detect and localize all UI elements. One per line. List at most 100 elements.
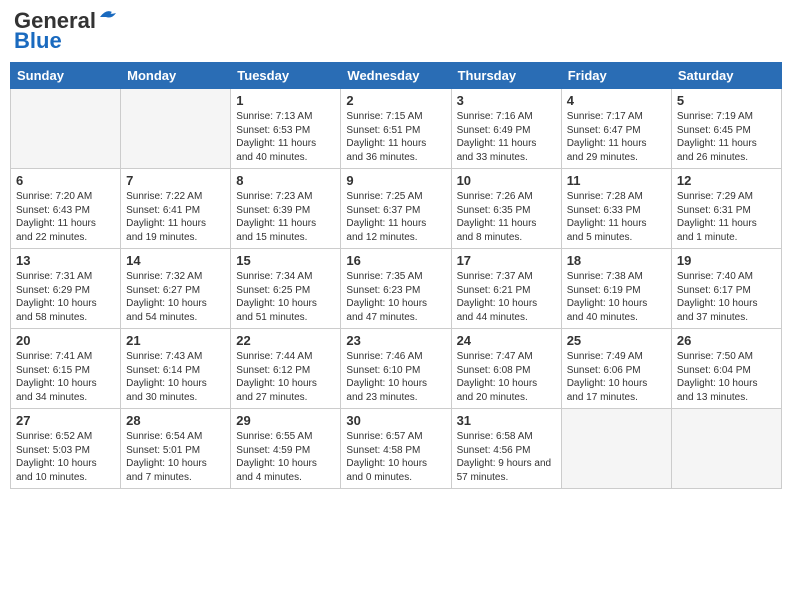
header: General Blue <box>10 10 782 54</box>
calendar-cell <box>561 409 671 489</box>
day-number: 9 <box>346 173 445 188</box>
day-number: 15 <box>236 253 335 268</box>
day-number: 7 <box>126 173 225 188</box>
weekday-header-thursday: Thursday <box>451 63 561 89</box>
calendar-cell: 29Sunrise: 6:55 AMSunset: 4:59 PMDayligh… <box>231 409 341 489</box>
day-number: 29 <box>236 413 335 428</box>
weekday-header-monday: Monday <box>121 63 231 89</box>
calendar-cell: 19Sunrise: 7:40 AMSunset: 6:17 PMDayligh… <box>671 249 781 329</box>
day-number: 11 <box>567 173 666 188</box>
day-info: Sunrise: 7:16 AMSunset: 6:49 PMDaylight:… <box>457 110 556 164</box>
day-info: Sunrise: 7:19 AMSunset: 6:45 PMDaylight:… <box>677 110 776 164</box>
day-info: Sunrise: 7:23 AMSunset: 6:39 PMDaylight:… <box>236 190 335 244</box>
calendar-cell: 28 Sunrise: 6:54 AMSunset: 5:01 PMDayligh… <box>121 409 231 489</box>
day-number: 19 <box>677 253 776 268</box>
calendar-cell: 24 Sunrise: 7:47 AMSunset: 6:08 PMDayligh… <box>451 329 561 409</box>
calendar-cell: 4 Sunrise: 7:17 AMSunset: 6:47 PMDaylight… <box>561 89 671 169</box>
calendar-cell: 26 Sunrise: 7:50 AMSunset: 6:04 PMDayligh… <box>671 329 781 409</box>
day-info: Sunrise: 7:50 AMSunset: 6:04 PMDaylight:… <box>677 350 776 404</box>
calendar-cell: 3 Sunrise: 7:16 AMSunset: 6:49 PMDaylight… <box>451 89 561 169</box>
day-number: 12 <box>677 173 776 188</box>
day-number: 6 <box>16 173 115 188</box>
day-info: Sunrise: 7:49 AMSunset: 6:06 PMDaylight:… <box>567 350 666 404</box>
day-number: 8 <box>236 173 335 188</box>
calendar-cell: 16 Sunrise: 7:35 AMSunset: 6:23 PMDayligh… <box>341 249 451 329</box>
day-info: Sunrise: 7:43 AMSunset: 6:14 PMDaylight:… <box>126 350 225 404</box>
calendar-cell: 6 Sunrise: 7:20 AMSunset: 6:43 PMDaylight… <box>11 169 121 249</box>
calendar-cell: 2 Sunrise: 7:15 AMSunset: 6:51 PMDaylight… <box>341 89 451 169</box>
day-info: Sunrise: 6:58 AMSunset: 4:56 PMDaylight:… <box>457 430 556 484</box>
calendar-cell: 11 Sunrise: 7:28 AMSunset: 6:33 PMDayligh… <box>561 169 671 249</box>
weekday-header-friday: Friday <box>561 63 671 89</box>
calendar-cell <box>11 89 121 169</box>
day-info: Sunrise: 7:31 AMSunset: 6:29 PMDaylight:… <box>16 270 115 324</box>
day-info: Sunrise: 7:28 AMSunset: 6:33 PMDaylight:… <box>567 190 666 244</box>
day-number: 1 <box>236 93 335 108</box>
calendar-cell: 7 Sunrise: 7:22 AMSunset: 6:41 PMDaylight… <box>121 169 231 249</box>
calendar-cell: 9Sunrise: 7:25 AMSunset: 6:37 PMDaylight… <box>341 169 451 249</box>
day-info: Sunrise: 7:17 AMSunset: 6:47 PMDaylight:… <box>567 110 666 164</box>
calendar-cell: 10 Sunrise: 7:26 AMSunset: 6:35 PMDayligh… <box>451 169 561 249</box>
weekday-header-sunday: Sunday <box>11 63 121 89</box>
day-number: 25 <box>567 333 666 348</box>
calendar-cell: 12 Sunrise: 7:29 AMSunset: 6:31 PMDayligh… <box>671 169 781 249</box>
day-number: 3 <box>457 93 556 108</box>
day-info: Sunrise: 7:15 AMSunset: 6:51 PMDaylight:… <box>346 110 445 164</box>
day-number: 4 <box>567 93 666 108</box>
day-number: 26 <box>677 333 776 348</box>
day-number: 2 <box>346 93 445 108</box>
day-number: 22 <box>236 333 335 348</box>
day-info: Sunrise: 7:29 AMSunset: 6:31 PMDaylight:… <box>677 190 776 244</box>
day-info: Sunrise: 7:13 AMSunset: 6:53 PMDaylight:… <box>236 110 335 164</box>
calendar-cell: 22 Sunrise: 7:44 AMSunset: 6:12 PMDayligh… <box>231 329 341 409</box>
day-number: 20 <box>16 333 115 348</box>
day-number: 31 <box>457 413 556 428</box>
calendar-cell: 23Sunrise: 7:46 AMSunset: 6:10 PMDayligh… <box>341 329 451 409</box>
day-info: Sunrise: 7:22 AMSunset: 6:41 PMDaylight:… <box>126 190 225 244</box>
weekday-header-saturday: Saturday <box>671 63 781 89</box>
calendar-cell: 5 Sunrise: 7:19 AMSunset: 6:45 PMDaylight… <box>671 89 781 169</box>
day-number: 27 <box>16 413 115 428</box>
day-info: Sunrise: 7:41 AMSunset: 6:15 PMDaylight:… <box>16 350 115 404</box>
day-number: 14 <box>126 253 225 268</box>
day-info: Sunrise: 7:26 AMSunset: 6:35 PMDaylight:… <box>457 190 556 244</box>
day-info: Sunrise: 6:57 AMSunset: 4:58 PMDaylight:… <box>346 430 445 484</box>
day-info: Sunrise: 7:35 AMSunset: 6:23 PMDaylight:… <box>346 270 445 324</box>
day-info: Sunrise: 6:52 AMSunset: 5:03 PMDaylight:… <box>16 430 115 484</box>
day-number: 21 <box>126 333 225 348</box>
day-number: 17 <box>457 253 556 268</box>
day-info: Sunrise: 7:44 AMSunset: 6:12 PMDaylight:… <box>236 350 335 404</box>
logo-blue: Blue <box>14 28 62 54</box>
day-number: 30 <box>346 413 445 428</box>
calendar-cell: 27 Sunrise: 6:52 AMSunset: 5:03 PMDayligh… <box>11 409 121 489</box>
calendar-cell: 8 Sunrise: 7:23 AMSunset: 6:39 PMDaylight… <box>231 169 341 249</box>
logo: General Blue <box>14 10 120 54</box>
day-number: 18 <box>567 253 666 268</box>
calendar-cell: 17Sunrise: 7:37 AMSunset: 6:21 PMDayligh… <box>451 249 561 329</box>
day-number: 13 <box>16 253 115 268</box>
day-info: Sunrise: 7:47 AMSunset: 6:08 PMDaylight:… <box>457 350 556 404</box>
day-info: Sunrise: 7:20 AMSunset: 6:43 PMDaylight:… <box>16 190 115 244</box>
day-number: 28 <box>126 413 225 428</box>
calendar-cell: 20 Sunrise: 7:41 AMSunset: 6:15 PMDayligh… <box>11 329 121 409</box>
weekday-header-tuesday: Tuesday <box>231 63 341 89</box>
calendar-cell <box>671 409 781 489</box>
day-number: 5 <box>677 93 776 108</box>
calendar-cell: 13 Sunrise: 7:31 AMSunset: 6:29 PMDayligh… <box>11 249 121 329</box>
calendar-cell <box>121 89 231 169</box>
calendar-cell: 21 Sunrise: 7:43 AMSunset: 6:14 PMDayligh… <box>121 329 231 409</box>
day-info: Sunrise: 7:32 AMSunset: 6:27 PMDaylight:… <box>126 270 225 324</box>
day-number: 23 <box>346 333 445 348</box>
calendar-cell: 15Sunrise: 7:34 AMSunset: 6:25 PMDayligh… <box>231 249 341 329</box>
calendar-table: SundayMondayTuesdayWednesdayThursdayFrid… <box>10 62 782 489</box>
day-number: 10 <box>457 173 556 188</box>
calendar-cell: 18 Sunrise: 7:38 AMSunset: 6:19 PMDayligh… <box>561 249 671 329</box>
day-info: Sunrise: 7:38 AMSunset: 6:19 PMDaylight:… <box>567 270 666 324</box>
logo-bird-icon <box>98 7 120 25</box>
day-info: Sunrise: 6:54 AMSunset: 5:01 PMDaylight:… <box>126 430 225 484</box>
day-number: 16 <box>346 253 445 268</box>
day-number: 24 <box>457 333 556 348</box>
calendar-cell: 25 Sunrise: 7:49 AMSunset: 6:06 PMDayligh… <box>561 329 671 409</box>
calendar-cell: 1 Sunrise: 7:13 AMSunset: 6:53 PMDaylight… <box>231 89 341 169</box>
calendar-cell: 14 Sunrise: 7:32 AMSunset: 6:27 PMDayligh… <box>121 249 231 329</box>
